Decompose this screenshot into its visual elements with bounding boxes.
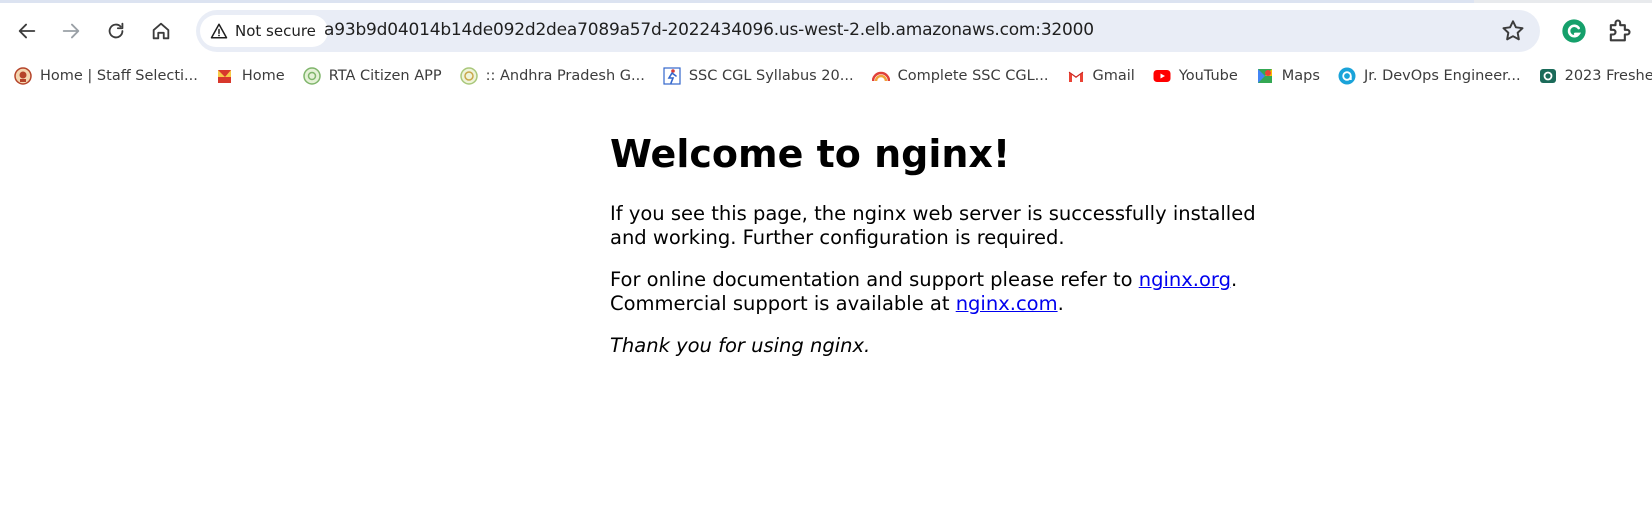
home-button[interactable]	[143, 13, 179, 49]
bookmark-label: SSC CGL Syllabus 20...	[688, 68, 854, 84]
rainbow-icon	[871, 71, 890, 82]
page-title: Welcome to nginx!	[610, 132, 1011, 176]
bookmark-label: Complete SSC CGL...	[897, 68, 1049, 84]
forward-button[interactable]	[53, 13, 89, 49]
bookmark-2023-fresher[interactable]: 2023 Fresher DevO...	[1539, 67, 1652, 85]
security-label: Not secure	[235, 22, 316, 40]
intro-paragraph: If you see this page, the nginx web serv…	[610, 202, 1256, 249]
arrow-left-icon	[18, 23, 36, 39]
browser-toolbar: Not secure a93b9d04014b14de092d2dea7089a…	[0, 3, 1652, 59]
star-icon[interactable]	[1500, 18, 1526, 44]
bookmark-label: YouTube	[1178, 68, 1238, 84]
ap-emblem-icon	[459, 67, 478, 85]
bookmark-label: Home	[241, 68, 285, 84]
circle-a-icon	[1338, 67, 1356, 85]
bookmark-youtube[interactable]: YouTube	[1153, 67, 1238, 85]
postal-icon	[217, 70, 231, 83]
grammarly-icon[interactable]	[1560, 17, 1588, 45]
thanks-paragraph: Thank you for using nginx.	[610, 334, 1260, 358]
support-paragraph: For online documentation and support ple…	[610, 268, 1260, 316]
reload-button[interactable]	[98, 13, 134, 49]
bookmark-andhra-pradesh[interactable]: :: Andhra Pradesh G...	[459, 67, 645, 85]
bookmark-label: Gmail	[1092, 68, 1135, 84]
nginx-org-link[interactable]: nginx.org	[1139, 268, 1231, 291]
bookmark-label: RTA Citizen APP	[328, 68, 442, 84]
runner-icon	[663, 67, 681, 85]
reload-icon	[108, 22, 124, 39]
back-button[interactable]	[9, 13, 45, 49]
ssc-emblem-icon	[14, 67, 32, 85]
period: .	[1057, 292, 1064, 315]
support-text: For online documentation and support ple…	[610, 268, 1139, 291]
bookmark-label: :: Andhra Pradesh G...	[485, 68, 645, 84]
arrow-right-icon	[62, 23, 80, 39]
warning-triangle-icon	[210, 23, 228, 39]
teal-logo-icon	[1539, 69, 1556, 83]
bookmark-maps[interactable]: Maps	[1256, 67, 1320, 85]
bookmark-rta-citizen[interactable]: RTA Citizen APP	[302, 67, 442, 85]
address-bar[interactable]: Not secure a93b9d04014b14de092d2dea7089a…	[196, 10, 1540, 52]
bookmark-home[interactable]: Home	[216, 67, 285, 85]
bookmark-ssc-cgl-syllabus[interactable]: SSC CGL Syllabus 20...	[663, 67, 854, 85]
bookmark-label: Maps	[1281, 68, 1320, 84]
puzzle-piece-icon[interactable]	[1605, 17, 1633, 45]
gmail-icon	[1068, 71, 1083, 82]
period: .	[1230, 268, 1238, 291]
bookmark-label: Home | Staff Selecti...	[40, 68, 198, 84]
ap-emblem-icon	[302, 67, 321, 85]
url-text[interactable]: a93b9d04014b14de092d2dea7089a57d-2022434…	[324, 20, 1094, 40]
home-icon	[152, 22, 170, 40]
bookmark-jr-devops[interactable]: Jr. DevOps Engineer...	[1338, 67, 1521, 85]
bookmark-label: 2023 Fresher DevO...	[1564, 68, 1652, 84]
youtube-icon	[1153, 70, 1171, 82]
bookmark-complete-ssc-cgl[interactable]: Complete SSC CGL...	[871, 67, 1049, 85]
nginx-com-link[interactable]: nginx.com	[956, 292, 1058, 315]
security-indicator[interactable]: Not secure	[200, 15, 328, 47]
bookmark-label: Jr. DevOps Engineer...	[1363, 68, 1521, 84]
bookmark-gmail[interactable]: Gmail	[1067, 67, 1135, 85]
page-content: Welcome to nginx! If you see this page, …	[610, 128, 1260, 376]
thanks-text: Thank you for using nginx.	[610, 334, 871, 357]
bookmarks-bar: Home | Staff Selecti... Home RTA Citizen…	[0, 62, 1652, 90]
commercial-text: Commercial support is available at	[610, 292, 956, 315]
bookmark-ssc[interactable]: Home | Staff Selecti...	[14, 67, 198, 85]
maps-icon	[1257, 69, 1272, 83]
